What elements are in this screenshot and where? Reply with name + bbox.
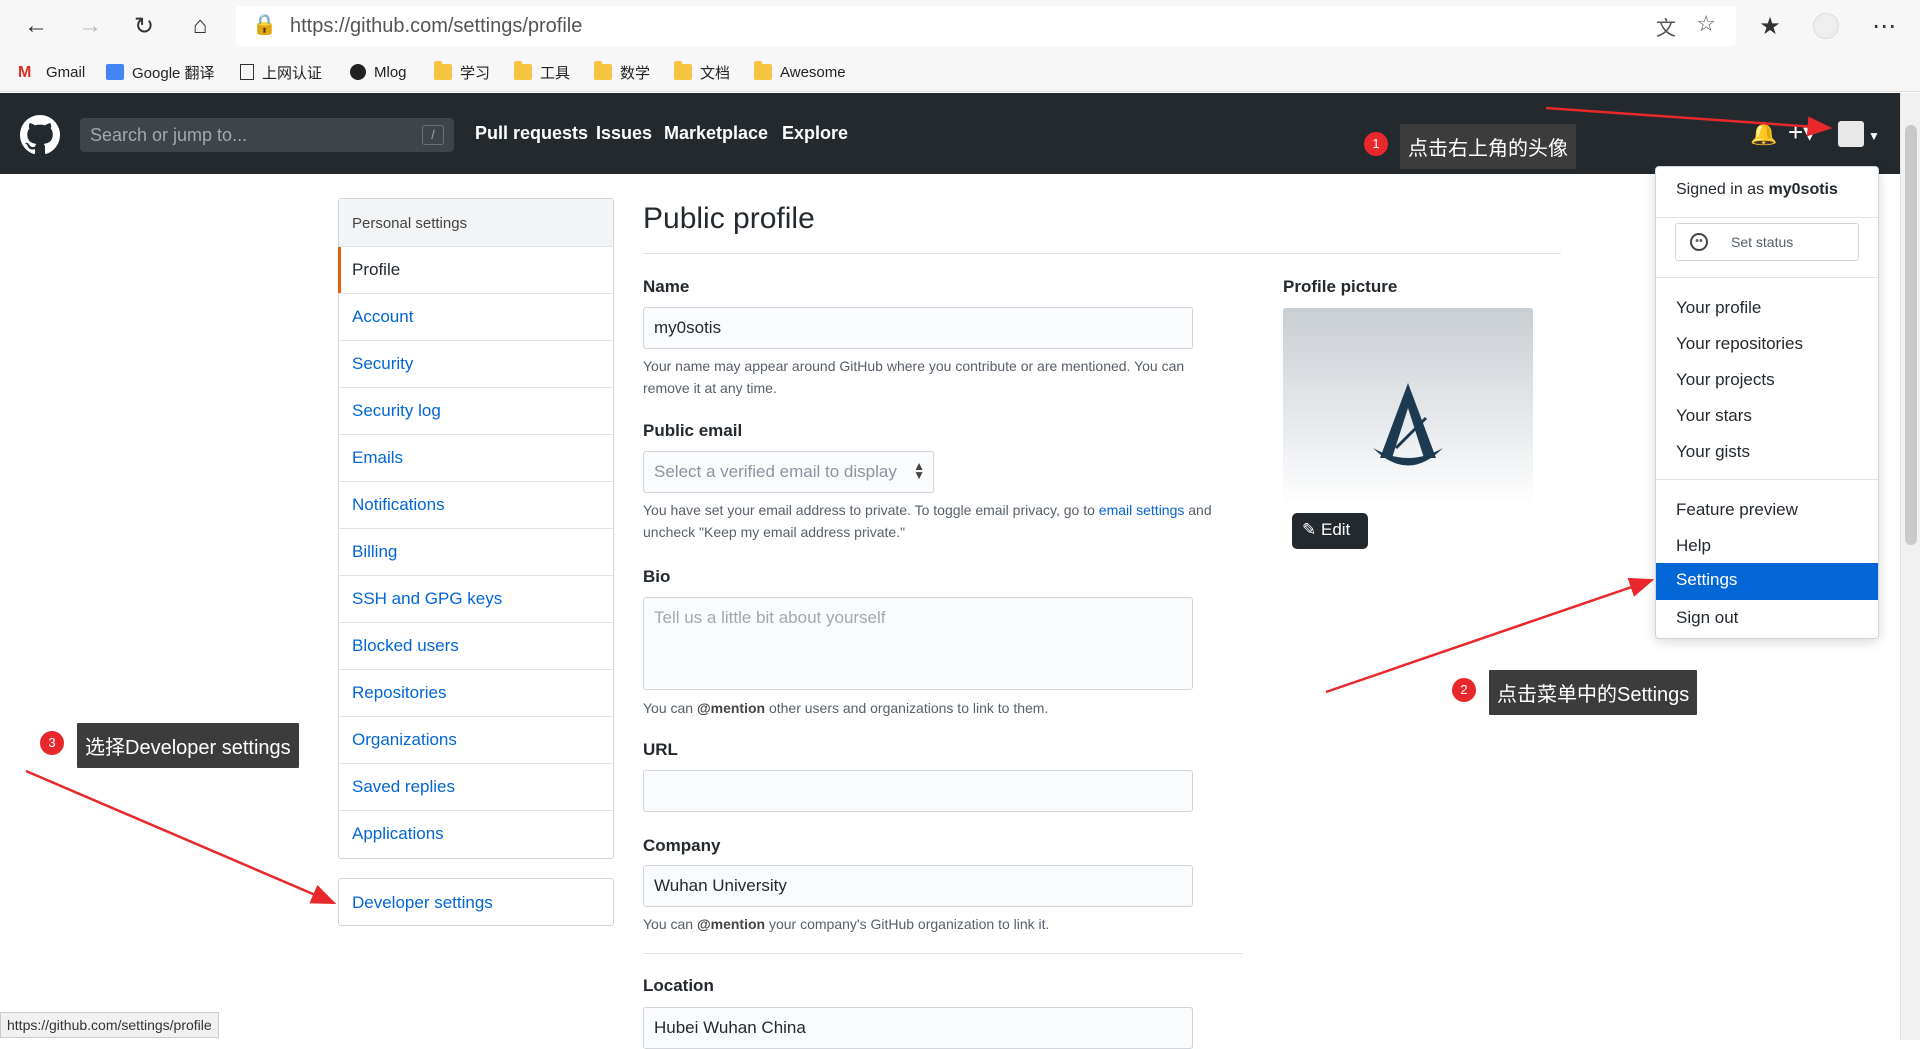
arrow-to-developer-settings [25, 769, 337, 905]
annotation-arrows [25, 106, 1833, 905]
arrow-to-settings [1325, 577, 1655, 694]
status-bar-url: https://github.com/settings/profile [0, 1012, 219, 1038]
page-scrollbar[interactable] [1900, 93, 1920, 1040]
scrollbar-thumb[interactable] [1905, 125, 1917, 545]
arrow-to-avatar [1545, 106, 1833, 137]
